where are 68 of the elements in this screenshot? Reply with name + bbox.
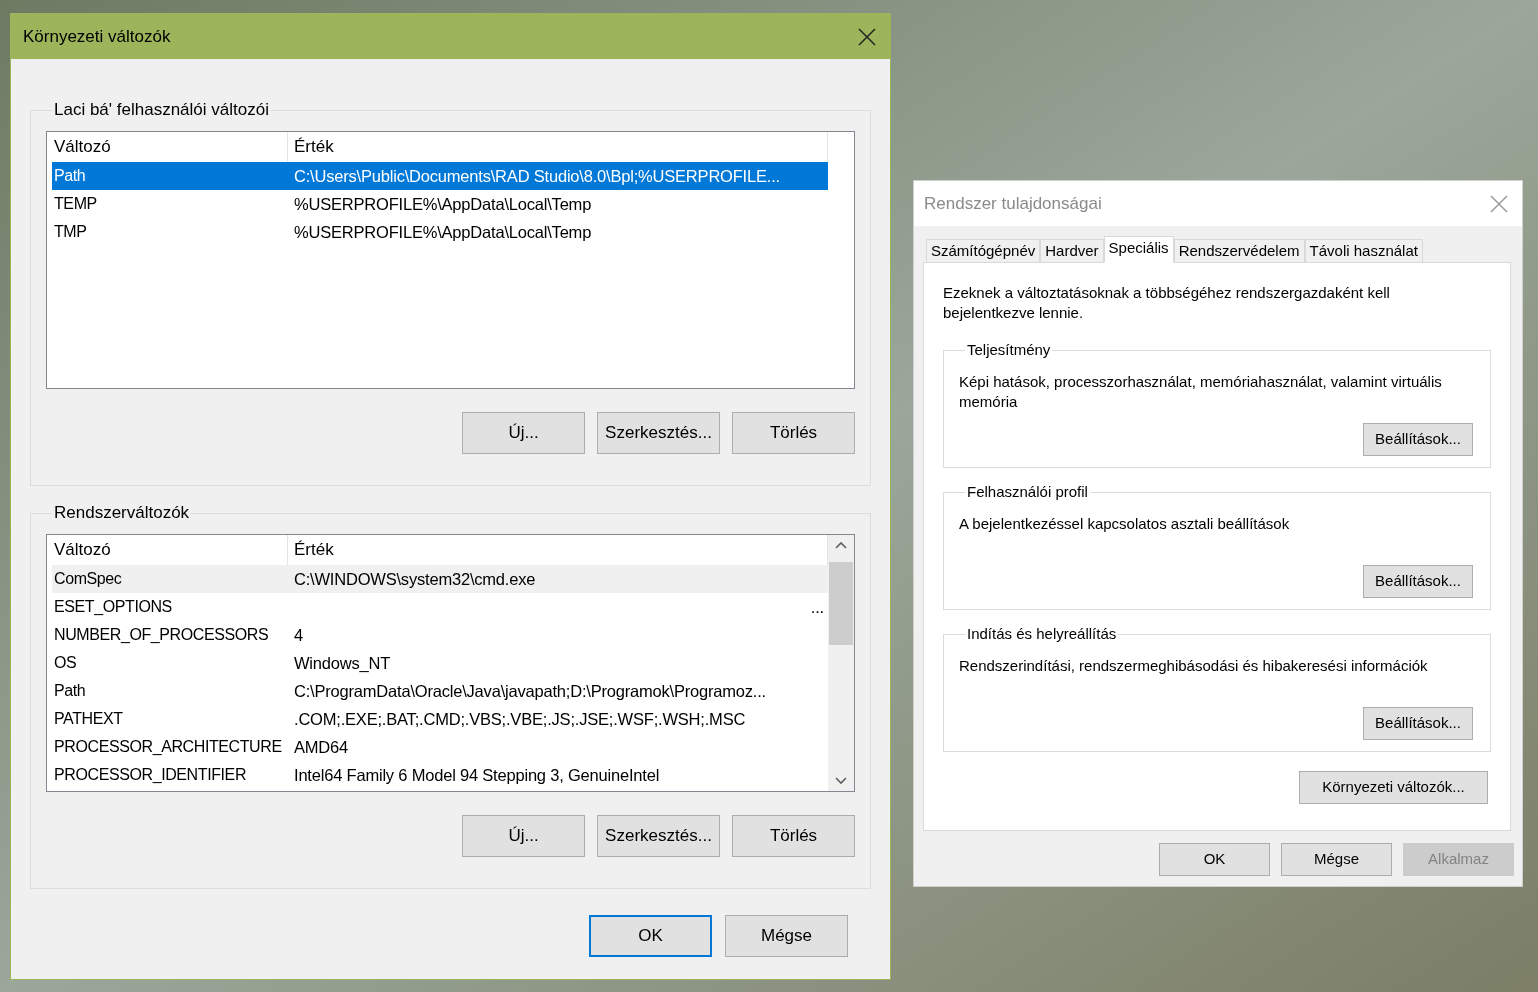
table-cell-text: 4 xyxy=(294,624,303,646)
dialog-button[interactable]: Szerkesztés... xyxy=(597,412,720,454)
scrollbar-thumb[interactable] xyxy=(829,562,853,645)
table-cell: Path xyxy=(54,167,86,185)
tab[interactable]: Speciális xyxy=(1103,236,1174,263)
dialog-button[interactable]: Mégse xyxy=(1281,843,1392,876)
table-cell-text: ... xyxy=(810,596,824,618)
group-label: Felhasználói profil xyxy=(966,482,1089,502)
settings-button[interactable]: Beállítások... xyxy=(1363,564,1473,598)
table-row[interactable]: PATHEXT .COM;.EXE;.BAT;.CMD;.VBS;.VBE;.JS;.JSE;.WSF;.WSH;.MSC xyxy=(52,705,828,733)
group-label: Rendszerváltozók xyxy=(53,502,191,524)
table-cell: TEMP xyxy=(54,195,97,213)
tab[interactable]: Számítógépnév xyxy=(926,239,1041,263)
table-cell-text: AMD64 xyxy=(294,736,349,758)
table-cell: PROCESSOR_ARCHITECTURE xyxy=(54,738,282,756)
table-cell: PROCESSOR_IDENTIFIER xyxy=(54,766,247,784)
dialog-button[interactable]: Mégse xyxy=(725,915,848,957)
table-row[interactable]: PROCESSOR_ARCHITECTURE AMD64 xyxy=(52,733,828,761)
dialog-button[interactable]: Törlés xyxy=(732,412,855,454)
tab[interactable]: Távoli használat xyxy=(1304,239,1423,263)
scroll-up-icon[interactable] xyxy=(835,541,847,549)
table-cell: OS xyxy=(54,654,77,672)
group-label: Teljesítmény xyxy=(966,340,1052,360)
table-cell: NUMBER_OF_PROCESSORS xyxy=(54,626,269,644)
table-cell-text: .COM;.EXE;.BAT;.CMD;.VBS;.VBE;.JS;.JSE;.WSF;.WSH;.MSC xyxy=(294,708,746,730)
table-row[interactable]: PROCESSOR_IDENTIFIER Intel64 Family 6 Model 94 Stepping 3, GenuineIntel xyxy=(52,761,828,789)
table-cell-text: C:\WINDOWS\system32\cmd.exe xyxy=(294,568,536,590)
dialog-button[interactable]: Új... xyxy=(462,815,585,857)
group-label: Indítás és helyreállítás xyxy=(966,624,1118,644)
tab[interactable]: Hardver xyxy=(1040,239,1104,263)
dialog-button[interactable]: OK xyxy=(589,915,712,957)
scroll-down-icon[interactable] xyxy=(835,777,847,785)
dialog-button[interactable]: Szerkesztés... xyxy=(597,815,720,857)
table-row[interactable]: TEMP %USERPROFILE%\AppData\Local\Temp xyxy=(52,190,828,218)
intro-text: Ezeknek a változtatásoknak a többségéhez rendszergazdaként kell bejelentkezve lennie. xyxy=(943,283,1391,323)
table-cell-text: C:\ProgramData\Oracle\Java\javapath;D:\Programok\Programoz... xyxy=(294,680,766,702)
dialog-button[interactable]: OK xyxy=(1159,843,1270,876)
table-row[interactable]: TMP %USERPROFILE%\AppData\Local\Temp xyxy=(52,218,828,246)
settings-button[interactable]: Beállítások... xyxy=(1363,706,1473,740)
window-title: Környezeti változók xyxy=(23,25,171,48)
table-cell: TMP xyxy=(54,223,87,241)
scrollbar[interactable] xyxy=(828,535,854,791)
dialog-button[interactable]: Törlés xyxy=(732,815,855,857)
table-cell-text: C:\Users\Public\Documents\RAD Studio\8.0\Bpl;%USERPROFILE... xyxy=(294,165,780,187)
table-cell-text: Intel64 Family 6 Model 94 Stepping 3, GenuineIntel xyxy=(294,764,660,786)
settings-button[interactable]: Beállítások... xyxy=(1363,422,1473,456)
group-description: Képi hatások, processzorhasználat, memóriahasználat, valamint virtuális memória xyxy=(959,371,1443,412)
dialog-button[interactable]: Új... xyxy=(462,412,585,454)
group-label: Laci bá' felhasználói változói xyxy=(53,99,270,121)
table-row[interactable]: OS Windows_NT xyxy=(52,649,828,677)
table-row[interactable]: Path C:\Users\Public\Documents\RAD Studio\8.0\Bpl;%USERPROFILE... xyxy=(52,162,828,190)
table-row[interactable]: NUMBER_OF_PROCESSORS 4 xyxy=(52,621,828,649)
tab[interactable]: Rendszervédelem xyxy=(1173,239,1305,263)
table-cell: PATHEXT xyxy=(54,710,123,728)
window-title: Rendszer tulajdonságai xyxy=(924,192,1102,215)
table-row[interactable]: Path C:\ProgramData\Oracle\Java\javapath;D:\Programok\Programoz... xyxy=(52,677,828,705)
table-row[interactable]: ComSpec C:\WINDOWS\system32\cmd.exe xyxy=(52,565,828,593)
table-cell-text: %USERPROFILE%\AppData\Local\Temp xyxy=(294,221,592,243)
table-cell-text: %USERPROFILE%\AppData\Local\Temp xyxy=(294,193,592,215)
table-cell-text: Windows_NT xyxy=(294,652,391,674)
table-cell: ESET_OPTIONS xyxy=(54,598,172,616)
close-icon[interactable] xyxy=(858,27,876,46)
table-cell: ComSpec xyxy=(54,570,122,588)
environment-variables-button[interactable]: Környezeti változók... xyxy=(1299,771,1488,804)
table-row[interactable]: ESET_OPTIONS ... xyxy=(52,593,828,621)
group-description: A bejelentkezéssel kapcsolatos asztali beállítások xyxy=(959,513,1291,534)
group-description: Rendszerindítási, rendszermeghibásodási és hibakeresési információk xyxy=(959,655,1429,676)
table-cell: Path xyxy=(54,682,86,700)
